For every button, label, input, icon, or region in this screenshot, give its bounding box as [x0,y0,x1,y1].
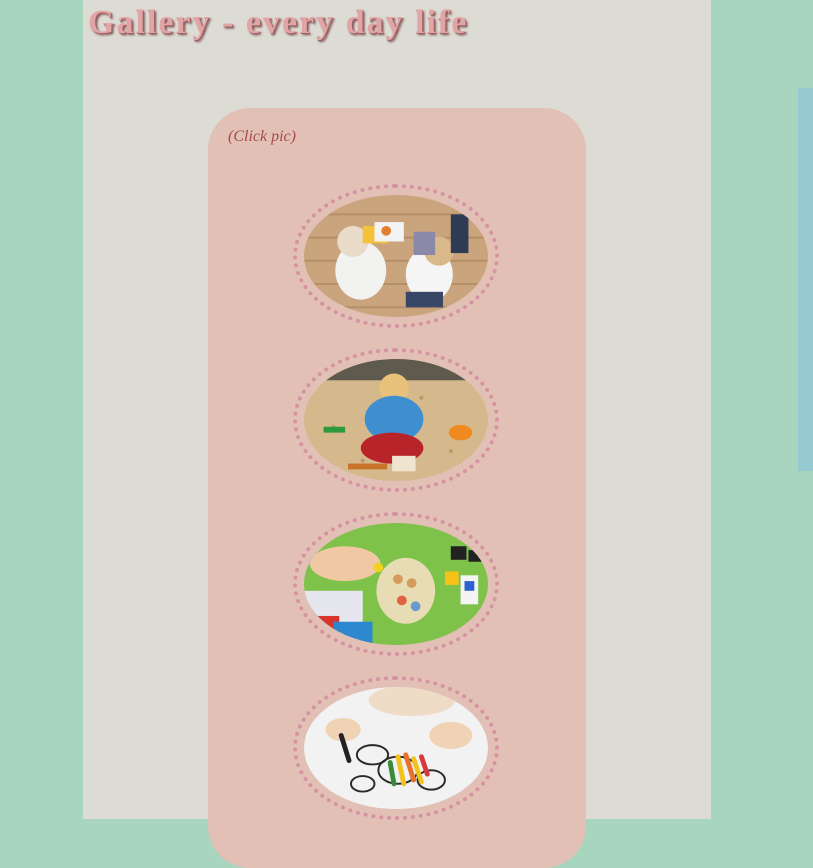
photo-children-playing-with-toys [304,523,488,645]
gallery-thumb-1[interactable] [293,184,499,328]
side-strip [798,88,813,471]
page-title: Gallery - every day life [88,4,469,41]
gallery-panel: (Click pic) [208,108,586,868]
page-column: Gallery - every day life (Click pic) [83,0,711,868]
photo-children-drawing-with-crayons [304,687,488,809]
photo-children-reading-books [304,195,488,317]
photo-child-playing-in-sandbox [304,359,488,481]
click-hint: (Click pic) [228,128,296,145]
gallery-thumb-3[interactable] [293,512,499,656]
gallery-thumb-2[interactable] [293,348,499,492]
gallery-thumb-4[interactable] [293,676,499,820]
